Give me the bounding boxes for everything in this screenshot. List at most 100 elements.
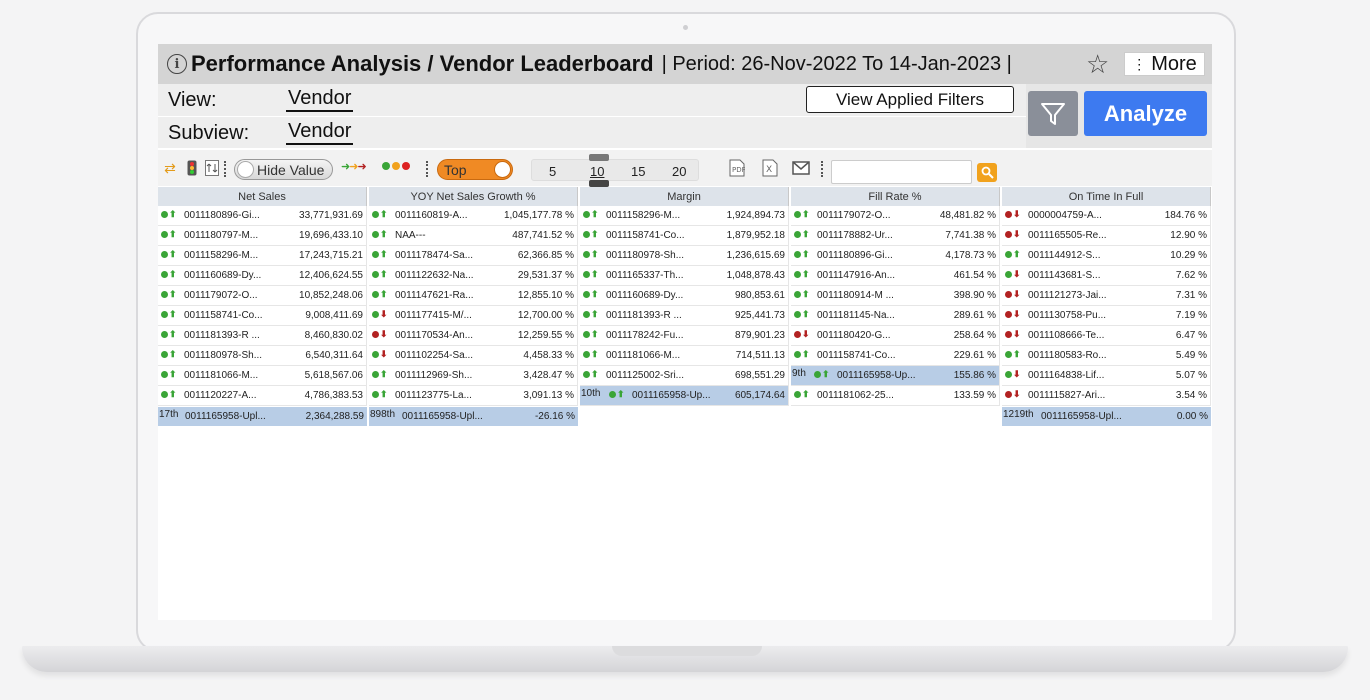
view-applied-filters-button[interactable]: View Applied Filters [806, 86, 1014, 113]
leaderboard-row[interactable]: ⬆ 0011178242-Fu... 879,901.23 [580, 326, 789, 346]
column-header[interactable]: Fill Rate % [791, 187, 1000, 206]
leaderboard-row[interactable]: ⬆ 0011158741-Co... 1,879,952.18 [580, 226, 789, 246]
slider-tick[interactable]: 15 [631, 164, 645, 179]
view-selector[interactable]: Vendor [286, 87, 354, 112]
leaderboard-row[interactable]: ⬆ 0011179072-O... 10,852,248.06 [158, 286, 367, 306]
search-button[interactable] [977, 163, 997, 182]
more-button[interactable]: ⋮ More [1124, 52, 1205, 76]
leaderboard-row[interactable]: ⬆ 0011180797-M... 19,696,433.10 [158, 226, 367, 246]
leaderboard-row[interactable]: ⬆ 0011181066-M... 5,618,567.06 [158, 366, 367, 386]
leaderboard-row[interactable]: ⬆ 0011120227-A... 4,786,383.53 [158, 386, 367, 406]
leaderboard-row[interactable]: ⬇ 0011180420-G... 258.64 % [791, 326, 1000, 346]
leaderboard-row[interactable]: 9th ⬆ 0011165958-Up... 155.86 % [791, 366, 1000, 386]
hide-value-toggle[interactable]: Hide Value [234, 159, 333, 180]
leaderboard-column: Fill Rate % ⬆ 0011179072-O... 48,481.82 % ⬆ 0… [791, 187, 1000, 406]
top-toggle[interactable]: Top [437, 159, 513, 180]
leaderboard-row[interactable]: ⬇ 0011143681-S... 7.62 % [1002, 266, 1211, 286]
column-header[interactable]: YOY Net Sales Growth % [369, 187, 578, 206]
trend-down-icon: ⬇ [1005, 210, 1021, 219]
leaderboard-row[interactable]: ⬆ 0011158741-Co... 229.61 % [791, 346, 1000, 366]
slider-tick[interactable]: 20 [672, 164, 686, 179]
traffic-light-icon[interactable] [183, 159, 201, 177]
leaderboard-row[interactable]: ⬆ 0011178882-Ur... 7,741.38 % [791, 226, 1000, 246]
leaderboard-row[interactable]: ⬇ 0011165505-Re... 12.90 % [1002, 226, 1211, 246]
top-n-slider[interactable]: 5 10 15 20 [531, 154, 699, 187]
leaderboard-row[interactable]: ⬇ 0011121273-Jai... 7.31 % [1002, 286, 1211, 306]
leaderboard-row[interactable]: ⬆ 0011158296-M... 1,924,894.73 [580, 206, 789, 226]
leaderboard-row[interactable]: ⬆ 0011180896-Gi... 4,178.73 % [791, 246, 1000, 266]
column-header[interactable]: Margin [580, 187, 789, 206]
column-header[interactable]: On Time In Full [1002, 187, 1211, 206]
leaderboard-row[interactable]: ⬆ 0011147621-Ra... 12,855.10 % [369, 286, 578, 306]
leaderboard-row[interactable]: 10th ⬆ 0011165958-Up... 605,174.64 [580, 386, 789, 406]
leaderboard-row[interactable]: ⬆ 0011180978-Sh... 6,540,311.64 [158, 346, 367, 366]
leaderboard-row[interactable]: ⬇ 0011102254-Sa... 4,458.33 % [369, 346, 578, 366]
leaderboard-row[interactable]: ⬆ 0011178474-Sa... 62,366.85 % [369, 246, 578, 266]
metric-value: 1,045,177.78 % [503, 210, 574, 221]
leaderboard-row[interactable]: ⬆ 0011144912-S... 10.29 % [1002, 246, 1211, 266]
leaderboard-row[interactable]: ⬆ 0011180896-Gi... 33,771,931.69 [158, 206, 367, 226]
filter-button[interactable] [1028, 91, 1078, 136]
leaderboard-row[interactable]: ⬆ 0011180914-M ... 398.90 % [791, 286, 1000, 306]
toolbar-separator [821, 161, 824, 177]
leaderboard-row[interactable]: ⬆ 0011165337-Th... 1,048,878.43 [580, 266, 789, 286]
leaderboard-row[interactable]: ⬆ 0011160819-A... 1,045,177.78 % [369, 206, 578, 226]
refresh-icon[interactable]: ⇄ [161, 159, 179, 177]
slider-thumb[interactable] [589, 154, 609, 187]
leaderboard-row[interactable]: ⬇ 0011115827-Ari... 3.54 % [1002, 386, 1211, 406]
trend-arrows-icon[interactable]: ➜➜➜ [341, 160, 367, 173]
selected-vendor-rank-row[interactable]: 17th 0011165958-Upl... 2,364,288.59 [158, 407, 367, 426]
analyze-button[interactable]: Analyze [1084, 91, 1207, 136]
leaderboard-row[interactable]: ⬇ 0011130758-Pu... 7.19 % [1002, 306, 1211, 326]
excel-export-icon[interactable]: X [761, 159, 779, 177]
trend-up-icon: ⬆ [372, 210, 388, 219]
metric-value: 1,924,894.73 [726, 210, 785, 221]
sort-icon[interactable] [203, 159, 221, 177]
leaderboard-row[interactable]: ⬆ 0011181393-R ... 8,460,830.02 [158, 326, 367, 346]
leaderboard-row[interactable]: ⬆ NAA--- 487,741.52 % [369, 226, 578, 246]
leaderboard-row[interactable]: ⬆ 0011180978-Sh... 1,236,615.69 [580, 246, 789, 266]
pdf-export-icon[interactable]: PDF [728, 159, 746, 177]
leaderboard-row[interactable]: ⬆ 0011125002-Sri... 698,551.29 [580, 366, 789, 386]
selected-vendor-rank-row[interactable]: 898th 0011165958-Upl... -26.16 % [369, 407, 578, 426]
leaderboard-row[interactable]: ⬆ 0011147916-An... 461.54 % [791, 266, 1000, 286]
info-icon[interactable]: i [167, 54, 187, 74]
column-header[interactable]: Net Sales [158, 187, 367, 206]
vendor-name: 0011108666-Te... [1028, 330, 1105, 341]
vendor-name: 0011181393-R ... [184, 330, 260, 341]
leaderboard-row[interactable]: ⬇ 0011170534-An... 12,259.55 % [369, 326, 578, 346]
leaderboard-row[interactable]: ⬆ 0011181066-M... 714,511.13 [580, 346, 789, 366]
trend-up-icon: ⬆ [583, 290, 599, 299]
trend-up-icon: ⬆ [794, 270, 810, 279]
status-dots-icon[interactable] [382, 162, 410, 170]
vendor-name: NAA--- [395, 230, 426, 241]
leaderboard-row[interactable]: ⬆ 0011180583-Ro... 5.49 % [1002, 346, 1211, 366]
leaderboard-row[interactable]: ⬆ 0011112969-Sh... 3,428.47 % [369, 366, 578, 386]
selected-vendor-rank-row[interactable]: 1219th 0011165958-Upl... 0.00 % [1002, 407, 1211, 426]
leaderboard-row[interactable]: ⬆ 0011160689-Dy... 980,853.61 [580, 286, 789, 306]
subview-selector[interactable]: Vendor [286, 120, 354, 145]
leaderboard-row[interactable]: ⬆ 0011179072-O... 48,481.82 % [791, 206, 1000, 226]
leaderboard-row[interactable]: ⬇ 0011164838-Lif... 5.07 % [1002, 366, 1211, 386]
trend-down-icon: ⬇ [1005, 310, 1021, 319]
search-input[interactable] [831, 160, 972, 184]
trend-up-icon: ⬇ [372, 310, 388, 319]
star-icon[interactable]: ☆ [1086, 51, 1109, 77]
vendor-name: 0011158741-Co... [184, 310, 263, 321]
email-icon[interactable] [792, 159, 810, 177]
leaderboard-row[interactable]: ⬇ 0000004759-A... 184.76 % [1002, 206, 1211, 226]
leaderboard-row[interactable]: ⬆ 0011181393-R ... 925,441.73 [580, 306, 789, 326]
leaderboard-row[interactable]: ⬆ 0011123775-La... 3,091.13 % [369, 386, 578, 406]
leaderboard-row[interactable]: ⬆ 0011160689-Dy... 12,406,624.55 [158, 266, 367, 286]
leaderboard-row[interactable]: ⬆ 0011122632-Na... 29,531.37 % [369, 266, 578, 286]
slider-tick[interactable]: 5 [549, 164, 556, 179]
vendor-name: 0011180978-Sh... [184, 350, 263, 361]
leaderboard-row[interactable]: ⬇ 0011108666-Te... 6.47 % [1002, 326, 1211, 346]
leaderboard-row[interactable]: ⬆ 0011181062-25... 133.59 % [791, 386, 1000, 406]
leaderboard-row[interactable]: ⬆ 0011158296-M... 17,243,715.21 [158, 246, 367, 266]
leaderboard-row[interactable]: ⬇ 0011177415-M/... 12,700.00 % [369, 306, 578, 326]
trend-up-icon: ⬆ [794, 250, 810, 259]
vendor-name: 0011165958-Up... [837, 370, 916, 381]
leaderboard-row[interactable]: ⬆ 0011181145-Na... 289.61 % [791, 306, 1000, 326]
leaderboard-row[interactable]: ⬆ 0011158741-Co... 9,008,411.69 [158, 306, 367, 326]
